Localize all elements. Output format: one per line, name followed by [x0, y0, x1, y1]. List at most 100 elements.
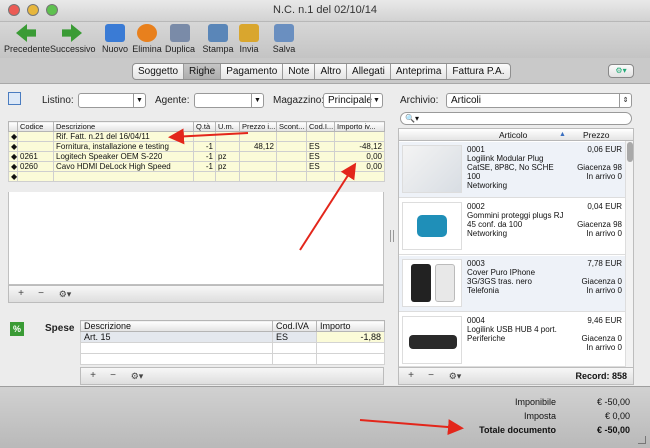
tabs-bar: Soggetto Righe Pagamento Note Altro Alle… — [0, 58, 650, 84]
toolbar: Precedente Successivo Nuovo Elimina Dupl… — [0, 22, 650, 58]
row-actions-menu[interactable]: ⚙▾ — [55, 288, 75, 300]
tab-allegati[interactable]: Allegati — [346, 64, 390, 79]
column-header-prezzo[interactable]: Prezzo i... — [239, 121, 277, 132]
list-item[interactable]: 0003 Cover Puro IPhone 3G/3GS tras. nero T… — [399, 256, 625, 312]
stampa-button[interactable]: Stampa — [202, 24, 234, 54]
record-count: Record: 858 — [575, 371, 627, 381]
righe-icon — [8, 92, 21, 105]
archivio-select[interactable]: Articoli ⇕ — [446, 93, 632, 108]
window-title: N.C. n.1 del 02/10/14 — [273, 4, 377, 16]
add-row-button[interactable]: + — [13, 288, 29, 300]
catalog-list: Articolo ▲ Prezzo 0001 Logilink Modular P… — [398, 128, 634, 368]
list-item[interactable]: 0002 Gommini proteggi plugs RJ 45 conf. d… — [399, 199, 625, 255]
table-row[interactable] — [80, 342, 385, 354]
remove-row-button[interactable]: − — [33, 288, 49, 300]
resize-grip-icon[interactable] — [638, 436, 646, 444]
tab-righe[interactable]: Righe — [183, 64, 221, 79]
agente-select[interactable]: ▼ — [194, 93, 264, 108]
column-header-descrizione[interactable]: Descrizione — [53, 121, 194, 132]
add-spesa-button[interactable]: + — [85, 370, 101, 382]
listino-label: Listino: — [42, 95, 74, 106]
printer-icon — [208, 24, 228, 42]
sort-ascending-icon: ▲ — [559, 131, 566, 138]
gear-icon: ⚙▾ — [448, 371, 462, 381]
scrollbar-thumb[interactable] — [627, 142, 633, 162]
column-header-um[interactable]: U.m. — [215, 121, 240, 132]
archivio-value: Articoli — [451, 95, 482, 106]
column-header-importo[interactable]: Importo iv... — [334, 121, 385, 132]
tab-altro[interactable]: Altro — [314, 64, 346, 79]
table-row[interactable]: Art. 15 ES -1,88 — [80, 331, 385, 343]
duplicate-icon — [170, 24, 190, 42]
totals-footer: Imponibile € -50,00 Imposta € 0,00 Total… — [0, 386, 650, 448]
save-icon — [274, 24, 294, 42]
imponibile-label: Imponibile — [514, 397, 556, 407]
options-menu-button[interactable]: ⚙▾ — [608, 64, 634, 78]
splitter-handle[interactable] — [390, 230, 394, 242]
row-pointer-icon[interactable]: ◆ — [8, 131, 18, 142]
listino-select[interactable]: ▼ — [78, 93, 146, 108]
document-window: N.C. n.1 del 02/10/14 Precedente Success… — [0, 0, 650, 448]
table-row[interactable]: ◆ — [8, 171, 385, 182]
list-item[interactable]: 0001 Logilink Modular Plug CatSE, 8P8C, N… — [399, 142, 625, 198]
new-document-icon — [105, 24, 125, 42]
arrow-left-icon — [16, 24, 36, 42]
table-row[interactable]: ◆ Fornitura, installazione e testing -1 … — [8, 141, 385, 152]
column-header-articolo[interactable]: Articolo — [499, 129, 527, 141]
search-icon: 🔍▾ — [405, 114, 419, 123]
invia-button[interactable]: Invia — [236, 24, 262, 54]
column-header-cod-iva[interactable]: Cod.IVA — [272, 320, 317, 332]
column-header-qta[interactable]: Q.tà — [193, 121, 216, 132]
imponibile-value: € -50,00 — [596, 397, 630, 407]
column-header-iva[interactable]: Cod.I... — [306, 121, 335, 132]
row-pointer-icon[interactable]: ◆ — [8, 141, 18, 152]
tab-soggetto[interactable]: Soggetto — [133, 64, 183, 79]
spese-label: Spese — [45, 323, 75, 334]
column-header-descrizione[interactable]: Descrizione — [80, 320, 273, 332]
table-row[interactable] — [80, 353, 385, 365]
column-header-importo[interactable]: Importo — [316, 320, 385, 332]
righe-table: Codice Descrizione Q.tà U.m. Prezzo i...… — [8, 121, 385, 182]
successivo-button[interactable]: Successivo — [50, 24, 96, 54]
add-article-button[interactable]: + — [403, 370, 419, 382]
catalog-header: Articolo ▲ Prezzo — [399, 129, 633, 141]
tab-pagamento[interactable]: Pagamento — [220, 64, 282, 79]
row-pointer-icon[interactable]: ◆ — [8, 151, 18, 162]
nuovo-button[interactable]: Nuovo — [100, 24, 130, 54]
duplica-button[interactable]: Duplica — [164, 24, 196, 54]
tab-note[interactable]: Note — [282, 64, 314, 79]
product-image — [402, 259, 462, 307]
remove-spesa-button[interactable]: − — [105, 370, 121, 382]
imposta-value: € 0,00 — [604, 411, 630, 421]
column-header-prezzo[interactable]: Prezzo — [583, 129, 609, 141]
magazzino-select[interactable]: Principale ▼ — [323, 93, 383, 108]
column-header-pointer — [8, 121, 18, 132]
product-image — [402, 316, 462, 364]
imposta-label: Imposta — [523, 411, 556, 421]
righe-empty-area[interactable] — [8, 192, 384, 285]
list-item[interactable]: 0004 Logilink USB HUB 4 port. Periferiche … — [399, 313, 625, 367]
righe-bottom-bar: + − ⚙▾ — [8, 285, 384, 303]
catalog-scrollbar[interactable] — [625, 141, 633, 367]
table-row[interactable]: ◆ 0260 Cavo HDMI DeLock High Speed -1 pz… — [8, 161, 385, 172]
row-pointer-icon[interactable]: ◆ — [8, 161, 18, 172]
tab-anteprima[interactable]: Anteprima — [389, 64, 447, 79]
elimina-button[interactable]: Elimina — [131, 24, 163, 54]
table-row[interactable]: ◆ 0261 Logitech Speaker OEM S-220 -1 pz … — [8, 151, 385, 162]
column-header-codice[interactable]: Codice — [17, 121, 54, 132]
tab-fattura-pa[interactable]: Fattura P.A. — [446, 64, 509, 79]
gear-icon: ⚙▾ — [130, 371, 144, 381]
column-header-sconto[interactable]: Scont... — [276, 121, 307, 132]
gear-icon: ⚙▾ — [58, 289, 72, 299]
archivio-label: Archivio: — [400, 95, 439, 106]
spese-actions-menu[interactable]: ⚙▾ — [127, 370, 147, 382]
salva-button[interactable]: Salva — [270, 24, 298, 54]
table-row[interactable]: ◆ Rif. Fatt. n.21 del 16/04/11 — [8, 131, 385, 142]
precedente-button[interactable]: Precedente — [4, 24, 50, 54]
righe-header: Codice Descrizione Q.tà U.m. Prezzo i...… — [8, 121, 385, 132]
row-pointer-icon[interactable]: ◆ — [8, 171, 18, 182]
remove-article-button[interactable]: − — [423, 370, 439, 382]
chevron-down-icon: ▼ — [370, 94, 382, 107]
article-actions-menu[interactable]: ⚙▾ — [445, 370, 465, 382]
catalog-search-input[interactable]: 🔍▾ — [400, 112, 632, 125]
